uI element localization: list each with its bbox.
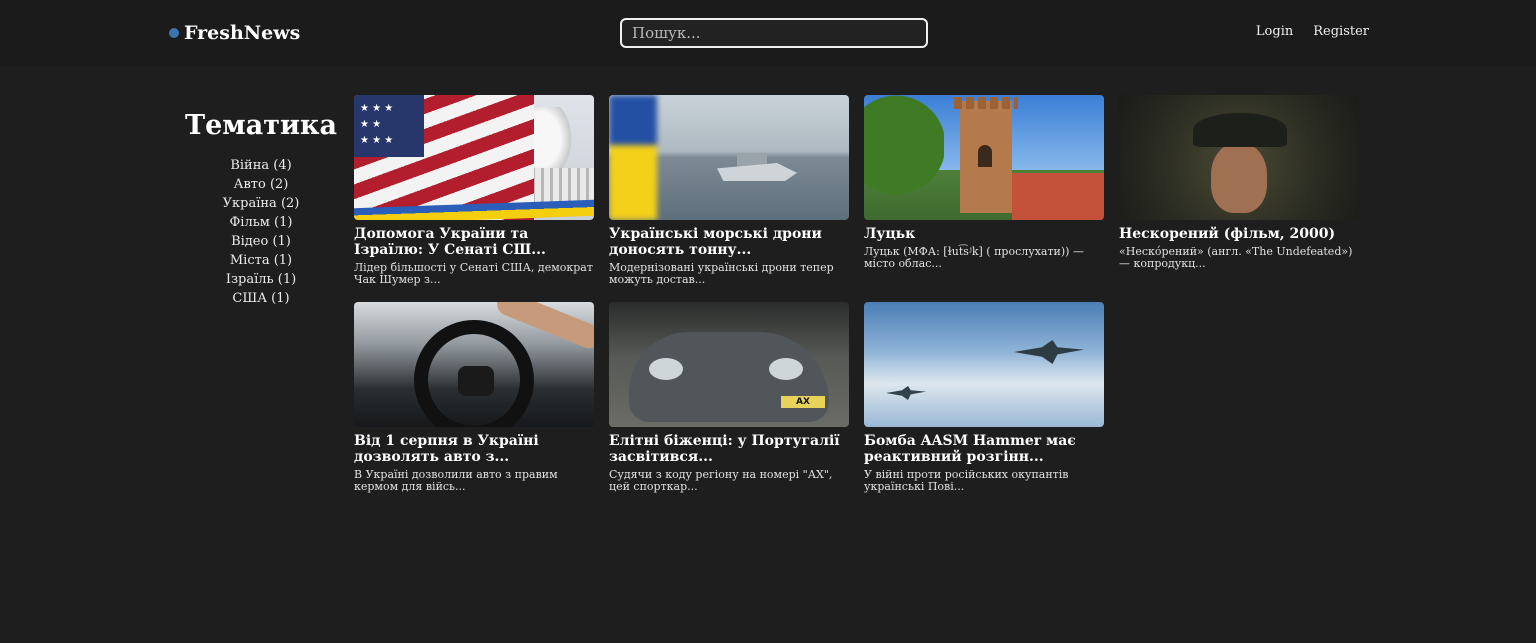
article-excerpt: Судячи з коду регіону на номері "АХ", це… <box>609 468 833 493</box>
topic-item-cities[interactable]: Міста (1) <box>180 251 342 270</box>
article-thumbnail[interactable] <box>609 95 849 220</box>
article-excerpt: Лідер більшості у Сенаті США, демократ Ч… <box>354 261 593 286</box>
article-card[interactable]: Українські морські дрони доносять тонну.… <box>609 95 849 288</box>
article-thumbnail[interactable]: AX <box>609 302 849 427</box>
top-header: FreshNews Login Register <box>0 0 1536 66</box>
article-card[interactable]: Луцьк Луцьк (МФА: [ɫut͡sʲk] ( прослухати… <box>864 95 1104 288</box>
register-link[interactable]: Register <box>1313 24 1369 39</box>
article-card[interactable]: AX Елітні біженці: у Португалії засвітив… <box>609 302 849 495</box>
article-thumbnail[interactable] <box>1119 95 1359 220</box>
article-title[interactable]: Луцьк <box>864 226 1104 242</box>
article-title[interactable]: Бомба AASM Hammer має реактивний розгінн… <box>864 433 1104 465</box>
article-card[interactable]: Нескорений (фільм, 2000) «Нескóрений» (а… <box>1119 95 1359 288</box>
article-title[interactable]: Нескорений (фільм, 2000) <box>1119 226 1359 242</box>
article-title[interactable]: Від 1 серпня в Україні дозволять авто з.… <box>354 433 594 465</box>
site-logo[interactable]: FreshNews <box>169 20 300 46</box>
login-link[interactable]: Login <box>1256 24 1293 39</box>
license-plate: AX <box>781 396 825 408</box>
article-title[interactable]: Допомога України та Ізраїлю: У Сенаті СШ… <box>354 226 594 258</box>
article-excerpt: Луцьк (МФА: [ɫut͡sʲk] ( прослухати)) — м… <box>864 245 1084 270</box>
topics-sidebar: Тематика Війна (4) Авто (2) Україна (2) … <box>180 108 342 308</box>
search-box <box>620 18 928 48</box>
logo-text: FreshNews <box>184 22 301 44</box>
topic-item-auto[interactable]: Авто (2) <box>180 175 342 194</box>
auth-nav: Login Register <box>1256 24 1369 39</box>
topic-item-video[interactable]: Відео (1) <box>180 232 342 251</box>
article-excerpt: У війні проти російських окупантів украї… <box>864 468 1069 493</box>
topic-item-ukraine[interactable]: Україна (2) <box>180 194 342 213</box>
article-excerpt: «Нескóрений» (англ. «The Undefeated») — … <box>1119 245 1353 270</box>
topic-item-israel[interactable]: Ізраїль (1) <box>180 270 342 289</box>
sidebar-title: Тематика <box>185 110 337 141</box>
article-thumbnail[interactable] <box>354 302 594 427</box>
article-card[interactable]: Бомба AASM Hammer має реактивний розгінн… <box>864 302 1104 495</box>
topic-item-film[interactable]: Фільм (1) <box>180 213 342 232</box>
search-input[interactable] <box>632 24 902 42</box>
article-card[interactable]: Від 1 серпня в Україні дозволять авто з.… <box>354 302 594 495</box>
article-card[interactable]: Допомога України та Ізраїлю: У Сенаті СШ… <box>354 95 594 288</box>
article-excerpt: Модернізовані українські дрони тепер мож… <box>609 261 834 286</box>
topic-item-usa[interactable]: США (1) <box>180 289 342 308</box>
topic-item-war[interactable]: Війна (4) <box>180 156 342 175</box>
article-thumbnail[interactable] <box>864 302 1104 427</box>
article-thumbnail[interactable] <box>864 95 1104 220</box>
logo-dot-icon <box>169 28 179 38</box>
article-title[interactable]: Елітні біженці: у Португалії засвітився.… <box>609 433 849 465</box>
article-title[interactable]: Українські морські дрони доносять тонну.… <box>609 226 849 258</box>
article-grid: Допомога України та Ізраїлю: У Сенаті СШ… <box>354 95 1359 495</box>
topic-list: Війна (4) Авто (2) Україна (2) Фільм (1)… <box>180 156 342 308</box>
article-thumbnail[interactable] <box>354 95 594 220</box>
article-excerpt: В Україні дозволили авто з правим кермом… <box>354 468 558 493</box>
